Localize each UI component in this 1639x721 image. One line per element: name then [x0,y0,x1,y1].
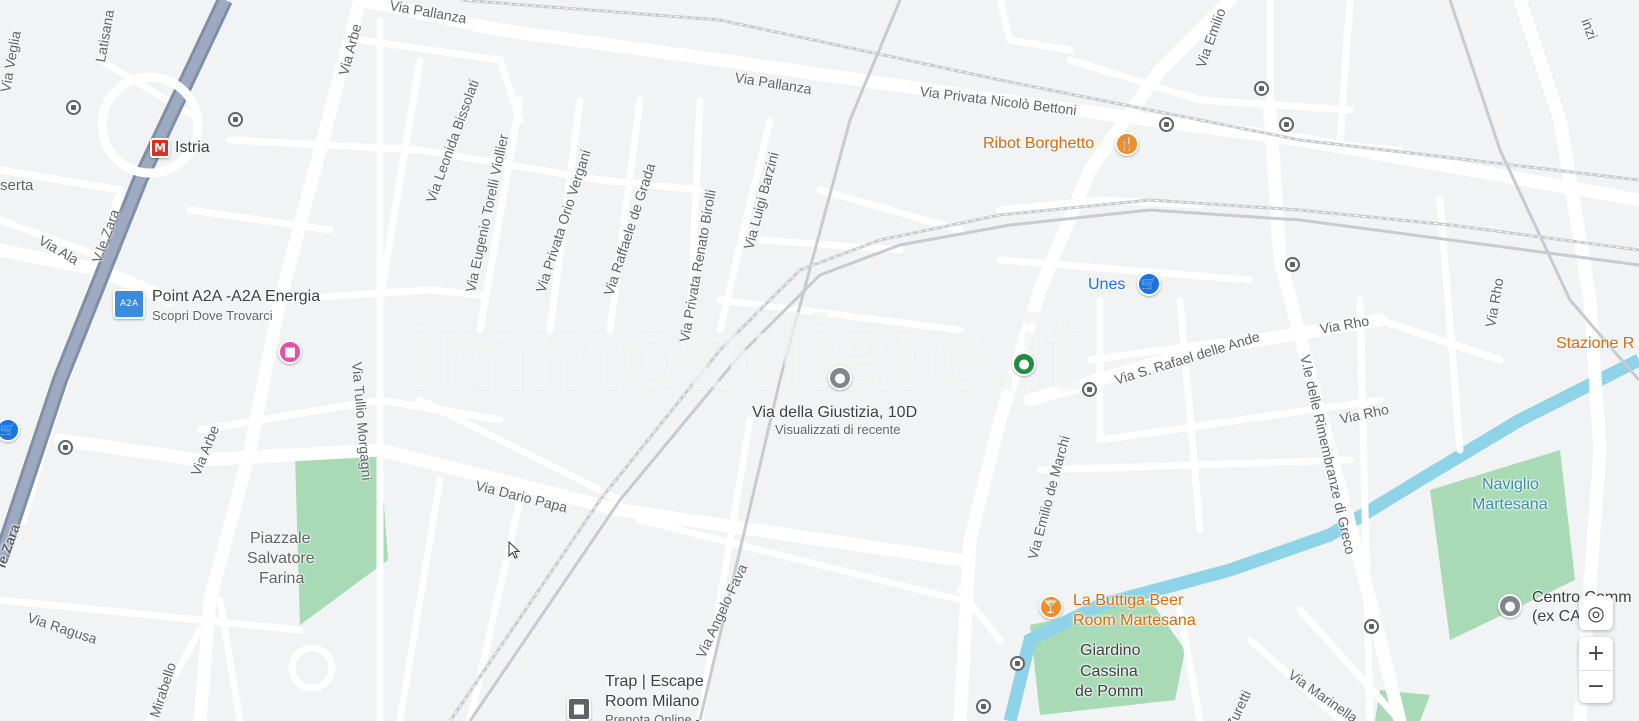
bus-stop-icon[interactable] [58,440,73,455]
zoom-control: + − [1579,637,1613,703]
bus-stop-icon[interactable] [1159,117,1174,132]
poi-ribot-label[interactable]: Ribot Borghetto [983,136,1094,152]
a2a-logo-icon[interactable]: A2A [113,289,145,319]
poi-trap-line3: Prenota Online - [605,712,700,721]
bus-stop-icon[interactable] [1010,656,1025,671]
map-base [0,0,1639,721]
metro-icon[interactable]: M [150,138,170,158]
place-serta: serta [0,177,34,194]
bus-stop-icon[interactable] [66,100,81,115]
poi-a2a-sub: Scopri Dove Trovarci [152,308,273,323]
park-giardino-line3: de Pomm [1075,683,1144,700]
restaurant-icon[interactable]: 🍴 [1115,132,1139,156]
park-giardino-line1: Giardino [1080,642,1141,659]
bus-stop-icon[interactable] [1254,81,1269,96]
bus-stop-icon[interactable] [1279,117,1294,132]
poi-a2a-name[interactable]: Point A2A -A2A Energia [152,289,320,305]
railway-3 [459,0,1639,182]
shopping-centre-icon[interactable]: ● [1498,594,1522,618]
poi-centro-line2[interactable]: (ex CA [1532,609,1581,625]
bus-stop-icon[interactable] [228,112,243,127]
location-pin-icon[interactable]: ● [828,366,852,390]
park-giardino-line2: Cassina [1080,663,1138,680]
bus-stop-icon[interactable] [1285,257,1300,272]
escape-room-icon[interactable]: ■ [567,697,591,721]
place-piazzale-line2: Salvatore [247,550,315,567]
bus-stop-icon[interactable] [976,699,991,714]
place-piazzale-line3: Farina [259,570,305,587]
zoom-in-button[interactable]: + [1579,638,1613,671]
railway-4 [698,0,902,721]
poi-istria-label[interactable]: Istria [175,140,210,156]
mouse-cursor-icon [508,541,520,559]
selected-address-sub: Visualizzati di recente [775,422,901,437]
poi-trap-line2[interactable]: Room Milano [605,694,699,710]
place-pin-icon[interactable]: ● [1012,352,1036,376]
map-canvas[interactable]: immobiliare.it Via Pallanza Via Pallanza… [0,0,1639,721]
bus-stop-icon[interactable] [1364,619,1379,634]
bus-stop-icon[interactable] [1082,382,1097,397]
poi-stazione-label[interactable]: Stazione R [1556,336,1634,352]
hotel-icon[interactable]: ■ [278,340,302,364]
poi-unes-label[interactable]: Unes [1088,277,1125,293]
water-naviglio-line1: Naviglio [1482,476,1539,493]
selected-address-label[interactable]: Via della Giustizia, 10D [752,405,917,421]
bar-icon[interactable]: 🍸 [1039,595,1063,619]
zoom-out-button[interactable]: − [1579,671,1613,703]
my-location-button[interactable]: ◎ [1579,596,1613,630]
water-naviglio-line2: Martesana [1472,496,1548,513]
place-piazzale-line1: Piazzale [250,530,311,547]
poi-trap-line1[interactable]: Trap | Escape [605,674,704,690]
poi-buttiga-line2[interactable]: Room Martesana [1073,613,1196,629]
poi-buttiga-line1[interactable]: La Buttiga Beer [1073,593,1183,609]
shopping-cart-icon[interactable]: 🛒 [1137,272,1161,296]
